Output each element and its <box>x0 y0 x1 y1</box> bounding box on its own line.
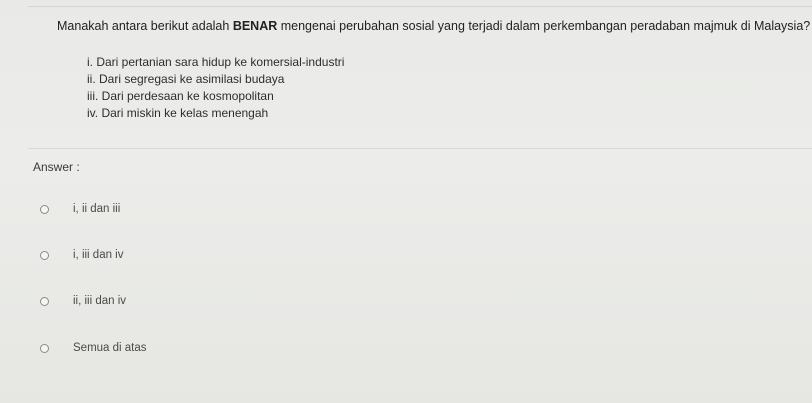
answer-option-label[interactable]: Semua di atas <box>73 342 147 354</box>
radio-button-icon[interactable] <box>40 250 49 260</box>
statement-item: iii. Dari perdesaan ke kosmopolitan <box>87 89 274 103</box>
answer-option-a[interactable]: i, ii dan iii <box>40 200 120 218</box>
answer-option-b[interactable]: i, iii dan iv <box>40 246 124 264</box>
statement-item: i. Dari pertanian sara hidup ke komersia… <box>87 55 345 69</box>
radio-button-icon[interactable] <box>40 204 49 214</box>
question-prefix: Manakah antara berikut adalah <box>57 19 233 33</box>
answer-option-label[interactable]: i, iii dan iv <box>73 249 124 261</box>
radio-button-icon[interactable] <box>40 296 49 306</box>
question-block: Manakah antara berikut adalah BENAR meng… <box>28 7 812 148</box>
statement-item: iv. Dari miskin ke kelas menengah <box>87 106 269 120</box>
answer-label: Answer : <box>33 160 80 174</box>
answer-option-c[interactable]: ii, iii dan iv <box>40 292 126 310</box>
question-text: Manakah antara berikut adalah BENAR meng… <box>57 19 810 33</box>
question-emphasis: BENAR <box>232 19 278 33</box>
answer-option-label[interactable]: i, ii dan iii <box>73 203 120 215</box>
section-divider <box>28 148 812 149</box>
answer-option-label[interactable]: ii, iii dan iv <box>73 295 126 307</box>
question-suffix: mengenai perubahan sosial yang terjadi d… <box>277 19 811 33</box>
statement-list: i. Dari pertanian sara hidup ke komersia… <box>87 54 344 122</box>
statement-item: ii. Dari segregasi ke asimilasi budaya <box>87 72 285 86</box>
radio-button-icon[interactable] <box>40 343 49 353</box>
answer-option-d[interactable]: Semua di atas <box>40 339 147 357</box>
